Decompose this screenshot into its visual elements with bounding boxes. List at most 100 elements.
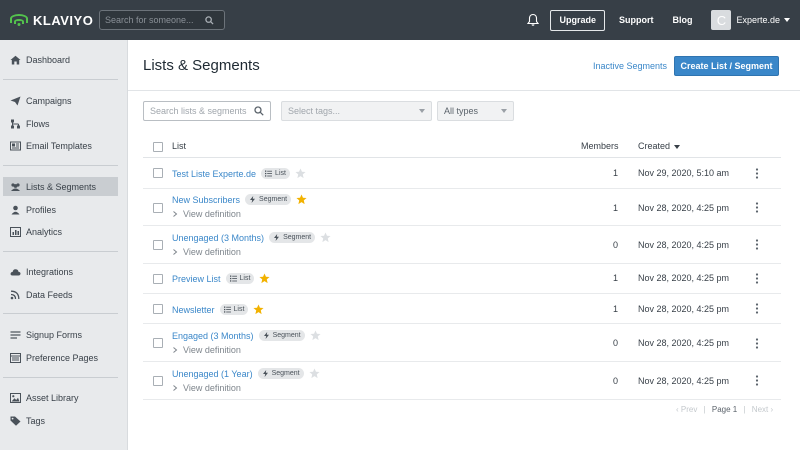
sidebar-item-label: Tags: [26, 415, 46, 426]
more-options-icon[interactable]: [755, 338, 759, 349]
global-search-input[interactable]: [105, 15, 205, 25]
table-row[interactable]: Test Liste Experte.de List 1 Nov 29, 202…: [143, 158, 781, 189]
sidebar-item-lists-segments[interactable]: Lists & Segments: [3, 177, 118, 196]
chevron-right-icon: [173, 385, 178, 391]
star-icon[interactable]: [253, 304, 264, 315]
sidebar-item-label: Data Feeds: [26, 289, 73, 300]
star-icon[interactable]: [320, 232, 331, 243]
star-icon[interactable]: [310, 330, 321, 341]
sidebar-item-analytics[interactable]: Analytics: [3, 222, 118, 241]
type-select[interactable]: All types: [437, 101, 514, 121]
view-definition-link[interactable]: View definition: [172, 209, 241, 219]
inactive-segments-link[interactable]: Inactive Segments: [593, 61, 667, 71]
list-name-link[interactable]: Unengaged (1 Year): [172, 369, 253, 379]
notification-bell-icon[interactable]: [526, 13, 540, 27]
preference-page-icon: [10, 352, 21, 363]
users-icon: [11, 182, 20, 191]
sidebar: Dashboard Campaigns Flows Email Template…: [0, 40, 128, 450]
row-checkbox[interactable]: [153, 274, 163, 284]
sidebar-item-profiles[interactable]: Profiles: [3, 200, 118, 219]
row-checkbox[interactable]: [153, 376, 163, 386]
row-checkbox[interactable]: [153, 338, 163, 348]
lightning-icon: [274, 234, 280, 241]
view-definition-link[interactable]: View definition: [172, 345, 241, 355]
prev-page-button[interactable]: ‹ Prev: [676, 405, 697, 414]
table-row[interactable]: Newsletter List 1 Nov 28, 2020, 4:25 pm: [143, 294, 781, 324]
list-name-link[interactable]: Newsletter: [172, 305, 215, 315]
pagination-separator: |: [743, 405, 746, 414]
star-icon[interactable]: [259, 273, 270, 284]
table-row[interactable]: Engaged (3 Months) Segment View definiti…: [143, 324, 781, 362]
current-page: Page 1: [711, 405, 738, 414]
star-icon[interactable]: [309, 368, 320, 379]
more-options-icon[interactable]: [755, 273, 759, 284]
list-search-input[interactable]: [150, 106, 254, 116]
table-row[interactable]: Unengaged (1 Year) Segment View definiti…: [143, 362, 781, 400]
more-options-icon[interactable]: [755, 239, 759, 250]
list-search[interactable]: [143, 101, 271, 121]
table-row[interactable]: New Subscribers Segment View definition …: [143, 189, 781, 226]
row-checkbox[interactable]: [153, 304, 163, 314]
blog-link[interactable]: Blog: [672, 15, 692, 25]
member-count: 0: [612, 376, 618, 386]
list-name-link[interactable]: Test Liste Experte.de: [172, 169, 256, 179]
more-options-icon[interactable]: [755, 202, 759, 213]
created-date: Nov 28, 2020, 4:25 pm: [638, 203, 730, 213]
created-date: Nov 28, 2020, 4:25 pm: [638, 376, 730, 386]
sidebar-item-tags[interactable]: Tags: [3, 411, 118, 430]
row-checkbox[interactable]: [153, 240, 163, 250]
klaviyo-logo[interactable]: KLAVIYO: [10, 13, 94, 28]
create-list-segment-button[interactable]: Create List / Segment: [674, 56, 779, 76]
support-link[interactable]: Support: [619, 15, 654, 25]
row-checkbox[interactable]: [153, 203, 163, 213]
sidebar-item-preference-pages[interactable]: Preference Pages: [3, 348, 118, 367]
account-menu[interactable]: C Experte.de: [711, 10, 790, 30]
more-options-icon[interactable]: [755, 168, 759, 179]
type-badge-label: List: [275, 170, 286, 177]
list-name-link[interactable]: Unengaged (3 Months): [172, 233, 264, 243]
sidebar-item-flows[interactable]: Flows: [3, 114, 118, 133]
main-content: Lists & Segments Inactive Segments Creat…: [128, 40, 800, 450]
sidebar-item-campaigns[interactable]: Campaigns: [3, 91, 118, 110]
account-name: Experte.de: [736, 15, 780, 25]
created-date: Nov 28, 2020, 4:25 pm: [638, 304, 730, 314]
list-name-link[interactable]: New Subscribers: [172, 195, 240, 205]
view-definition-link[interactable]: View definition: [172, 383, 241, 393]
table-row[interactable]: Unengaged (3 Months) Segment View defini…: [143, 226, 781, 264]
view-definition-label: View definition: [183, 209, 241, 219]
sidebar-item-email-templates[interactable]: Email Templates: [3, 136, 118, 155]
more-options-icon[interactable]: [755, 375, 759, 386]
column-header-created[interactable]: Created: [638, 141, 681, 151]
view-definition-link[interactable]: View definition: [172, 247, 241, 257]
global-search[interactable]: [99, 10, 225, 30]
sidebar-item-signup-forms[interactable]: Signup Forms: [3, 325, 118, 344]
more-options-icon[interactable]: [755, 303, 759, 314]
tag-icon: [10, 416, 21, 426]
avatar: C: [711, 10, 732, 30]
lightning-icon: [262, 370, 268, 377]
chevron-down-icon: [419, 109, 425, 113]
tags-select[interactable]: Select tags...: [281, 101, 432, 121]
member-count: 1: [612, 304, 618, 314]
sidebar-item-asset-library[interactable]: Asset Library: [3, 388, 118, 407]
select-all-checkbox[interactable]: [153, 142, 163, 152]
sidebar-item-data-feeds[interactable]: Data Feeds: [3, 285, 118, 304]
list-icon: [223, 306, 231, 313]
list-name-link[interactable]: Preview List: [172, 274, 221, 284]
next-page-button[interactable]: Next ›: [752, 405, 773, 414]
sidebar-item-integrations[interactable]: Integrations: [3, 262, 118, 281]
star-icon[interactable]: [296, 194, 307, 205]
star-icon[interactable]: [295, 168, 306, 179]
type-badge: Segment: [258, 330, 305, 341]
list-name-link[interactable]: Engaged (3 Months): [172, 331, 254, 341]
page-title: Lists & Segments: [143, 57, 260, 74]
sidebar-item-dashboard[interactable]: Dashboard: [3, 50, 118, 69]
row-name-group: Newsletter List: [172, 304, 264, 315]
row-checkbox[interactable]: [153, 168, 163, 178]
wifi-logo-icon: [10, 14, 28, 26]
upgrade-button[interactable]: Upgrade: [550, 9, 605, 31]
list-icon: [265, 170, 273, 177]
sidebar-divider: [3, 313, 118, 314]
member-count: 1: [612, 273, 618, 283]
table-row[interactable]: Preview List List 1 Nov 28, 2020, 4:25 p…: [143, 264, 781, 294]
